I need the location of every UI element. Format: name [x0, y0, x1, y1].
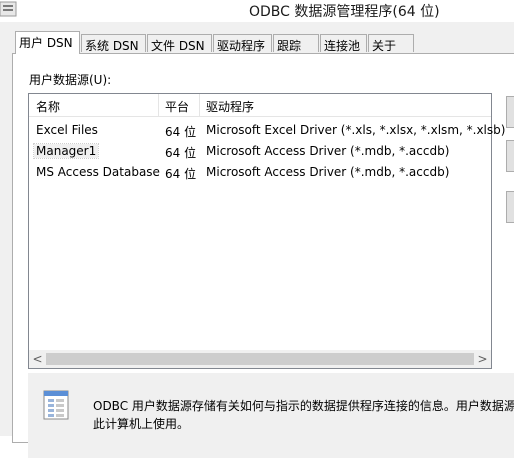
user-data-sources-label: 用户数据源(U):	[29, 73, 112, 87]
scroll-thumb[interactable]	[46, 353, 474, 365]
row-platform: 64 位	[165, 167, 197, 181]
list-header: 名称 平台 驱动程序	[29, 94, 491, 117]
column-divider[interactable]	[199, 94, 200, 116]
row-driver: Microsoft Access Driver (*.mdb, *.accdb)	[206, 144, 450, 158]
info-line-2: 此计算机上使用。	[93, 417, 190, 431]
remove-button[interactable]	[506, 140, 514, 172]
app-icon	[0, 1, 17, 17]
window-title: ODBC 数据源管理程序(64 位)	[249, 4, 440, 20]
info-description: ODBC 用户数据源存储有关如何与指示的数据提供程序连接的信息。用户数据源 此计…	[93, 397, 514, 433]
title-bar: ODBC 数据源管理程序(64 位)	[0, 0, 514, 22]
column-header-platform[interactable]: 平台	[165, 98, 189, 115]
table-row[interactable]: MS Access Database 64 位 Microsoft Access…	[29, 162, 491, 182]
row-platform: 64 位	[165, 125, 197, 139]
configure-button[interactable]	[506, 191, 514, 223]
info-line-1: ODBC 用户数据源存储有关如何与指示的数据提供程序连接的信息。用户数据源	[93, 399, 514, 413]
info-box: ODBC 用户数据源存储有关如何与指示的数据提供程序连接的信息。用户数据源 此计…	[28, 373, 514, 458]
tab-drivers[interactable]: 驱动程序	[213, 34, 272, 53]
add-button[interactable]	[506, 96, 514, 128]
table-row[interactable]: Excel Files 64 位 Microsoft Excel Driver …	[29, 120, 505, 140]
tab-user-dsn[interactable]: 用户 DSN	[15, 31, 80, 54]
row-driver: Microsoft Excel Driver (*.xls, *.xlsx, *…	[206, 123, 506, 137]
scroll-left-icon[interactable]: <	[29, 351, 46, 368]
horizontal-scrollbar[interactable]: < >	[29, 350, 491, 368]
tab-strip: 用户 DSN 系统 DSN 文件 DSN 驱动程序 跟踪 连接池 关于	[0, 22, 514, 54]
row-name: MS Access Database	[36, 165, 160, 179]
row-driver: Microsoft Access Driver (*.mdb, *.accdb)	[206, 165, 450, 179]
row-name: Excel Files	[36, 123, 98, 137]
tab-file-dsn[interactable]: 文件 DSN	[147, 34, 212, 53]
tab-tracing[interactable]: 跟踪	[273, 34, 319, 53]
tab-connection-pooling[interactable]: 连接池	[320, 34, 367, 53]
data-source-icon	[43, 390, 69, 420]
column-header-name[interactable]: 名称	[36, 98, 60, 115]
row-name: Manager1	[32, 143, 100, 159]
dialog: 用户 DSN 系统 DSN 文件 DSN 驱动程序 跟踪 连接池 关于 用户数据…	[0, 22, 514, 458]
column-divider[interactable]	[158, 94, 159, 116]
row-platform: 64 位	[165, 146, 197, 160]
column-header-driver[interactable]: 驱动程序	[206, 98, 254, 115]
table-row-selected[interactable]: Manager1 64 位 Microsoft Access Driver (*…	[29, 141, 491, 161]
scroll-right-icon[interactable]: >	[474, 351, 491, 368]
data-source-list[interactable]: 名称 平台 驱动程序 Excel Files 64 位 Microsoft Ex…	[28, 93, 505, 369]
tab-system-dsn[interactable]: 系统 DSN	[81, 34, 146, 53]
tab-about[interactable]: 关于	[368, 34, 414, 53]
